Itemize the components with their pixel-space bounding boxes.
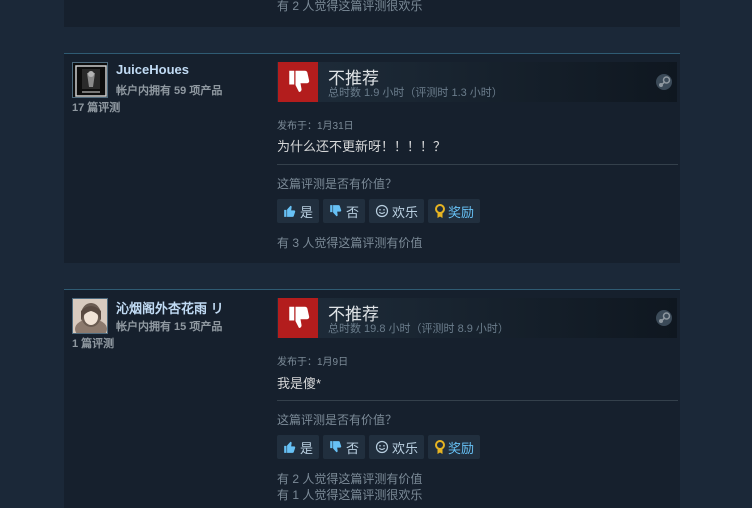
helpful-count: 有 3 人觉得这篇评测有价值 bbox=[277, 236, 423, 250]
award-button[interactable]: 奖励 bbox=[428, 435, 481, 459]
helpful-question: 这篇评测是否有价值？ bbox=[277, 413, 398, 427]
review-actions: 是 否 欢乐 奖励 bbox=[277, 199, 481, 223]
playtime-hours: 总时数 19.8 小时（评测时 8.9 小时） bbox=[328, 323, 509, 335]
vote-funny-label: 欢乐 bbox=[392, 204, 419, 220]
vote-header[interactable]: 不推荐 总时数 1.9 小时（评测时 1.3 小时） bbox=[277, 62, 677, 102]
divider bbox=[277, 400, 678, 401]
thumbs-up-icon bbox=[283, 204, 297, 218]
vote-no-label: 否 bbox=[346, 204, 360, 220]
vote-yes-button[interactable]: 是 bbox=[277, 435, 320, 459]
author-name[interactable]: 沁烟阁外杏花雨 リ bbox=[116, 298, 224, 317]
vote-funny-label: 欢乐 bbox=[392, 440, 419, 456]
review-card-partial: 有 2 人觉得这篇评测很欢乐 bbox=[64, 0, 680, 27]
author-avatar[interactable] bbox=[72, 298, 108, 334]
helpful-count: 有 2 人觉得这篇评测很欢乐 bbox=[277, 0, 423, 13]
vote-no-button[interactable]: 否 bbox=[323, 435, 366, 459]
award-button[interactable]: 奖励 bbox=[428, 199, 481, 223]
review-content: 我是傻* bbox=[277, 376, 322, 391]
review-content: 为什么还不更新呀！！！！？ bbox=[277, 139, 447, 154]
posted-date: 发布于：1月31日 bbox=[277, 121, 354, 132]
award-label: 奖励 bbox=[448, 204, 475, 220]
thumbs-down-icon bbox=[329, 440, 343, 454]
thumbs-up-icon bbox=[283, 440, 297, 454]
vote-header[interactable]: 不推荐 总时数 19.8 小时（评测时 8.9 小时） bbox=[277, 298, 677, 338]
vote-yes-label: 是 bbox=[300, 204, 314, 220]
vote-yes-label: 是 bbox=[300, 440, 314, 456]
award-label: 奖励 bbox=[448, 440, 475, 456]
review-card: JuiceHoues 帐户内拥有 59 项产品 17 篇评测 不推荐 总时数 1… bbox=[64, 53, 680, 263]
author-name[interactable]: JuiceHoues bbox=[116, 62, 189, 77]
review-card: 沁烟阁外杏花雨 リ 帐户内拥有 15 项产品 1 篇评测 不推荐 总时数 19.… bbox=[64, 289, 680, 508]
divider bbox=[277, 164, 678, 165]
vote-yes-button[interactable]: 是 bbox=[277, 199, 320, 223]
smiley-icon bbox=[375, 440, 389, 454]
thumbs-down-icon bbox=[278, 62, 318, 102]
smiley-icon bbox=[375, 204, 389, 218]
award-icon bbox=[434, 203, 446, 219]
thumbs-down-icon bbox=[278, 298, 318, 338]
award-icon bbox=[434, 439, 446, 455]
posted-date: 发布于：1月9日 bbox=[277, 357, 349, 368]
vote-funny-button[interactable]: 欢乐 bbox=[369, 199, 425, 223]
vote-no-label: 否 bbox=[346, 440, 360, 456]
review-actions: 是 否 欢乐 奖励 bbox=[277, 435, 481, 459]
playtime-hours: 总时数 1.9 小时（评测时 1.3 小时） bbox=[328, 87, 503, 99]
helpful-question: 这篇评测是否有价值？ bbox=[277, 177, 398, 191]
thumbs-down-icon bbox=[329, 204, 343, 218]
vote-funny-button[interactable]: 欢乐 bbox=[369, 435, 425, 459]
author-avatar[interactable] bbox=[72, 62, 108, 98]
author-review-count[interactable]: 17 篇评测 bbox=[72, 99, 120, 115]
helpful-count: 有 2 人觉得这篇评测有价值 bbox=[277, 472, 423, 486]
steam-icon bbox=[655, 73, 673, 91]
funny-count: 有 1 人觉得这篇评测很欢乐 bbox=[277, 488, 423, 502]
vote-no-button[interactable]: 否 bbox=[323, 199, 366, 223]
steam-icon bbox=[655, 309, 673, 327]
author-owned-products[interactable]: 帐户内拥有 15 项产品 bbox=[116, 318, 222, 334]
author-owned-products[interactable]: 帐户内拥有 59 项产品 bbox=[116, 82, 222, 98]
author-review-count[interactable]: 1 篇评测 bbox=[72, 335, 114, 351]
